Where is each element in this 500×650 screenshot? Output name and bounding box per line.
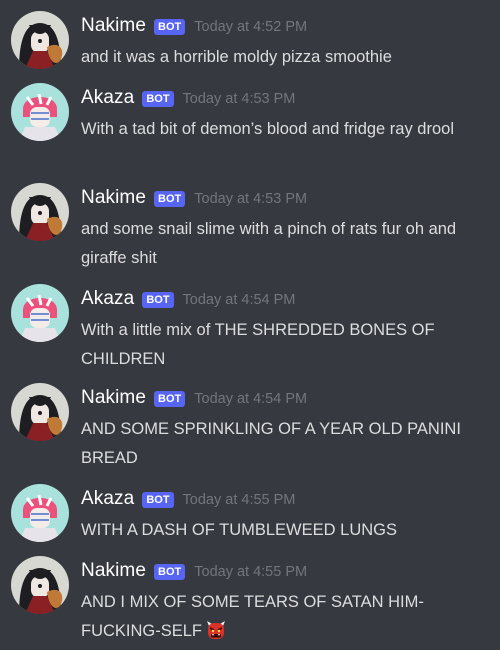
message-timestamp[interactable]: Today at 4:54 PM [194,391,307,407]
message-timestamp[interactable]: Today at 4:55 PM [194,564,307,580]
akaza-avatar[interactable] [11,83,69,141]
message-header: Akaza BOT Today at 4:53 PM [81,83,295,113]
message-header: Nakime BOT Today at 4:54 PM [81,383,307,413]
message-content: AND SOME SPRINKLING OF A YEAR OLD PANINI… [81,420,461,467]
message-timestamp[interactable]: Today at 4:52 PM [194,19,307,35]
message-header: Nakime BOT Today at 4:52 PM [81,11,307,41]
bot-badge: BOT [154,564,186,580]
username[interactable]: Akaza [81,488,134,510]
bot-badge: BOT [154,391,186,407]
message-header: Akaza BOT Today at 4:54 PM [81,284,295,314]
bot-badge: BOT [142,292,174,308]
bot-badge: BOT [142,91,174,107]
bot-badge: BOT [142,492,174,508]
message-content: WITH A DASH OF TUMBLEWEED LUNGS [81,521,397,539]
message-content: AND I MIX OF SOME TEARS OF SATAN HIM-FUC… [81,588,481,650]
chat-message-list: Nakime BOT Today at 4:52 PM and it was a… [0,0,500,650]
username[interactable]: Akaza [81,87,134,109]
bot-badge: BOT [154,191,186,207]
message-header: Nakime BOT Today at 4:53 PM [81,183,307,213]
bot-badge: BOT [154,19,186,35]
nakime-avatar[interactable] [11,383,69,441]
username[interactable]: Nakime [81,187,146,209]
akaza-avatar[interactable] [11,484,69,542]
username[interactable]: Nakime [81,560,146,582]
message-timestamp[interactable]: Today at 4:55 PM [183,492,296,508]
username[interactable]: Nakime [81,387,146,409]
username[interactable]: Akaza [81,288,134,310]
message-content: With a tad bit of demon’s blood and frid… [81,120,454,138]
message-timestamp[interactable]: Today at 4:54 PM [183,292,296,308]
message-header: Akaza BOT Today at 4:55 PM [81,484,295,514]
message-timestamp[interactable]: Today at 4:53 PM [183,91,296,107]
message-text: AND I MIX OF SOME TEARS OF SATAN HIM-FUC… [81,593,424,640]
message-content: and it was a horrible moldy pizza smooth… [81,48,392,66]
message-timestamp[interactable]: Today at 4:53 PM [194,191,307,207]
username[interactable]: Nakime [81,15,146,37]
nakime-avatar[interactable] [11,556,69,614]
message-header: Nakime BOT Today at 4:55 PM [81,556,307,586]
message-content: With a little mix of THE SHREDDED BONES … [81,321,435,368]
message-content: and some snail slime with a pinch of rat… [81,220,457,267]
akaza-avatar[interactable] [11,284,69,342]
nakime-avatar[interactable] [11,183,69,241]
nakime-avatar[interactable] [11,11,69,69]
ogre-emoji [206,620,226,650]
